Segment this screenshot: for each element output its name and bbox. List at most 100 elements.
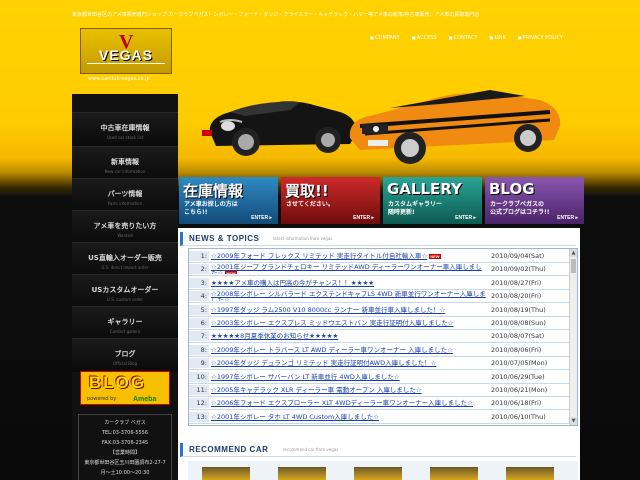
news-row-date: 2010/09/04(Sat)	[491, 252, 545, 260]
news-row-number: 5:	[189, 304, 209, 315]
sidebar-item-used-stock[interactable]: 中古車在庫情報 Used car stock list	[72, 112, 178, 146]
news-row[interactable]: 1: ☆2009年フォード フレックス リミテッド 実走行タイトル付自社輸入車☆ N…	[189, 251, 569, 263]
news-row-title-link[interactable]: ☆2005年キャデラック XLR ディーラー車 電動オープン 入庫しました☆	[211, 385, 487, 395]
news-row-title: ☆1997年ダッジ ラム2500 V10 8000cc ランナー 新車並行車入庫…	[211, 305, 446, 314]
news-row-title-link[interactable]: ☆1997年ダッジ ラム2500 V10 8000cc ランナー 新車並行車入庫…	[211, 305, 487, 315]
nav-company[interactable]: COMPANY	[370, 35, 400, 41]
blog-banner-enter: ENTER ▸	[557, 215, 578, 221]
sidebar-item-parts[interactable]: パーツ情報 Parts information	[72, 178, 178, 212]
news-scrollbar[interactable]: ▲ ▼	[569, 249, 577, 425]
news-row-title-link[interactable]: ★★★★アメ車の購入は円高の今がチャンス！！★★★★	[211, 278, 487, 288]
sidebar-item-label: US直輸入オーダー販売	[88, 254, 162, 262]
news-row-number: 9:	[189, 358, 209, 369]
news-row-number: 7:	[189, 331, 209, 342]
recommend-car-thumb[interactable]	[430, 467, 478, 480]
news-row-title-link[interactable]: ☆2008年シボレー シルバラード エクステンドキャブLS 4WD 新車並行ワン…	[211, 291, 487, 301]
scroll-down-icon[interactable]: ▼	[570, 417, 577, 425]
news-row-title-link[interactable]: ☆2009年フォード フレックス リミテッド 実走行タイトル付自社輸入車☆ NEW	[211, 251, 487, 261]
news-row-title: ★★★★★8月夏季休業のお知らせ★★★★★	[211, 332, 339, 341]
news-row-date: 2010/08/27(Fri)	[491, 278, 542, 287]
buyback-banner-sub: させてください。	[286, 201, 334, 208]
news-row-title: ☆2005年キャデラック XLR ディーラー車 電動オープン 入庫しました☆	[211, 386, 422, 394]
stock-banner-enter: ENTER ▸	[251, 215, 272, 221]
blog-banner[interactable]: BLOG カークラブベガスの 公式ブログはコチラ!! ENTER ▸	[485, 177, 584, 224]
news-row[interactable]: 4: ☆2008年シボレー シルバラード エクステンドキャブLS 4WD 新車並行…	[189, 291, 569, 304]
gallery-banner-sub: カスタムギャラリー 随時更新!	[388, 201, 443, 216]
recommend-car-thumb[interactable]	[202, 467, 250, 480]
sidebar-item-us-custom[interactable]: USカスタムオーダー U.S. custom order	[72, 274, 178, 308]
sidebar-item-sublabel: New car information	[104, 169, 146, 174]
scroll-thumb[interactable]	[571, 259, 576, 273]
news-row-title-link[interactable]: ☆2001年ジープ グランドチェロキー リミテッドAWD ディーラーワンオーナー…	[211, 264, 487, 275]
stock-banner-title: 在庫情報	[183, 182, 244, 200]
new-badge: NEW	[429, 253, 441, 259]
sidebar-item-label: USカスタムオーダー	[91, 286, 159, 294]
news-row-date: 2010/08/08(Sun)	[491, 319, 546, 327]
shop-tel: TEL:03-3706-5556	[101, 430, 149, 436]
news-row-title-link[interactable]: ☆2006年フォード エクスプローラー XLT 4WDディーラー車ワンオーナー入…	[211, 398, 487, 408]
buyback-banner[interactable]: 買取!! させてください。 ENTER ▸	[281, 177, 380, 224]
sidebar-item-label: ギャラリー	[107, 318, 143, 326]
news-row[interactable]: 3: ★★★★アメ車の購入は円高の今がチャンス！！★★★★ 2010/08/27(F…	[189, 277, 569, 290]
nav-contact[interactable]: CONTACT	[449, 35, 478, 41]
recommend-car-thumb[interactable]	[278, 467, 326, 480]
scroll-up-icon[interactable]: ▲	[570, 249, 577, 257]
news-title: NEWS & TOPICS	[189, 234, 260, 243]
news-row[interactable]: 11: ☆2005年キャデラック XLR ディーラー車 電動オープン 入庫しました…	[189, 385, 569, 397]
news-row[interactable]: 7: ★★★★★8月夏季休業のお知らせ★★★★★ 2010/08/07(Sat)	[189, 331, 569, 344]
news-row-title-link[interactable]: ☆2009年シボレー トラバース LT AWD ディーラー車ワンオーナー 入庫し…	[211, 345, 487, 355]
recommend-subtitle: recommend car from vegas	[283, 447, 339, 452]
recommend-strip	[188, 461, 578, 480]
vegas-logo[interactable]: V VEGAS	[80, 28, 172, 74]
recommend-car-thumb[interactable]	[354, 467, 402, 480]
blog-banner-sub: カークラブベガスの 公式ブログはコチラ!!	[490, 201, 550, 216]
news-list: 1: ☆2009年フォード フレックス リミテッド 実走行タイトル付自社輸入車☆ N…	[188, 248, 578, 426]
news-row-title-link[interactable]: ☆2001年シボレー タホ LT 4WD Custom入庫しました☆	[211, 412, 487, 422]
header-nav: COMPANY ACCESS CONTACT LINK PRIVACY POLI…	[370, 35, 563, 41]
logo-rule	[87, 63, 165, 64]
sidebar-item-sublabel: Parts information	[107, 201, 143, 206]
nav-link[interactable]: LINK	[489, 35, 505, 41]
news-row-title-link[interactable]: ☆2003年シボレー エクスプレス ミッドウエストバン 実走行証明付入庫しました…	[211, 318, 487, 328]
shop-name: カークラブ ベガス	[104, 420, 146, 426]
news-row-number: 8:	[189, 344, 209, 355]
gallery-banner[interactable]: GALLERY カスタムギャラリー 随時更新! ENTER ▸	[383, 177, 482, 224]
recommend-title: RECOMMEND CAR	[189, 445, 269, 454]
stock-banner[interactable]: 在庫情報 アメ車お探しの方は こちら!! ENTER ▸	[179, 177, 278, 224]
sidebar-item-gallery[interactable]: ギャラリー Contact gallery	[72, 306, 178, 340]
news-row[interactable]: 12: ☆2006年フォード エクスプローラー XLT 4WDディーラー車ワンオー…	[189, 398, 569, 411]
news-row-title: ☆2003年シボレー エクスプレス ミッドウエストバン 実走行証明付入庫しました…	[211, 319, 454, 327]
recommend-header: RECOMMEND CAR recommend car from vegas	[180, 443, 576, 457]
sidebar-item-us-import[interactable]: US直輸入オーダー販売 U.S. direct import order	[72, 242, 178, 276]
sidebar-item-sell[interactable]: アメ車を売りたい方 Wanted	[72, 210, 178, 244]
news-row[interactable]: 5: ☆1997年ダッジ ラム2500 V10 8000cc ランナー 新車並行車…	[189, 304, 569, 317]
sidebar-item-label: 新車情報	[111, 158, 139, 166]
news-row-date: 2010/06/18(Fri)	[491, 399, 542, 408]
sidebar-item-new-car[interactable]: 新車情報 New car information	[72, 146, 178, 180]
news-row[interactable]: 10: ☆1997年シボレー サバーバン LT 新車並行 4WD入庫しました☆ 20…	[189, 371, 569, 384]
nav-access[interactable]: ACCESS	[412, 35, 437, 41]
news-row-title-link[interactable]: ☆1997年シボレー サバーバン LT 新車並行 4WD入庫しました☆	[211, 372, 487, 382]
logo-word: VEGAS	[98, 47, 153, 63]
news-header: NEWS & TOPICS latest information from ve…	[180, 232, 576, 246]
ameba-blog-banner[interactable]: BLOG powered by Ameba	[80, 371, 170, 405]
news-row-date: 2010/06/29(Tue)	[491, 372, 545, 381]
sidebar-item-blog[interactable]: ブログ Official Blog	[72, 338, 178, 372]
news-row-title: ☆2008年シボレー シルバラード エクステンドキャブLS 4WD 新車並行ワン…	[211, 291, 486, 302]
news-row[interactable]: 8: ☆2009年シボレー トラバース LT AWD ディーラー車ワンオーナー 入…	[189, 344, 569, 357]
news-row-title: ☆2006年フォード エクスプローラー XLT 4WDディーラー車ワンオーナー入…	[211, 399, 473, 408]
news-row-title-link[interactable]: ★★★★★8月夏季休業のお知らせ★★★★★	[211, 331, 487, 341]
recommend-car-thumb[interactable]	[506, 467, 554, 480]
news-row-title-link[interactable]: ☆2004年ダッジ デュランゴ リミテッド 実走行証明付AWD入庫しました！☆	[211, 358, 487, 368]
sidebar-item-sublabel: Contact gallery	[109, 329, 141, 334]
news-row[interactable]: 2: ☆2001年ジープ グランドチェロキー リミテッドAWD ディーラーワンオー…	[189, 264, 569, 277]
news-row[interactable]: 13: ☆2001年シボレー タホ LT 4WD Custom入庫しました☆ 201…	[189, 411, 569, 424]
news-row-number: 4:	[189, 291, 209, 302]
nav-privacy[interactable]: PRIVACY POLICY	[518, 35, 563, 41]
news-row[interactable]: 6: ☆2003年シボレー エクスプレス ミッドウエストバン 実走行証明付入庫しま…	[189, 318, 569, 330]
news-row-title: ☆1997年シボレー サバーバン LT 新車並行 4WD入庫しました☆	[211, 372, 400, 381]
news-row-date: 2010/06/21(Mon)	[491, 386, 548, 394]
sidebar-item-label: 中古車在庫情報	[100, 124, 150, 132]
news-row[interactable]: 9: ☆2004年ダッジ デュランゴ リミテッド 実走行証明付AWD入庫しました！…	[189, 358, 569, 371]
news-subtitle: latest information from vegas	[273, 236, 333, 241]
